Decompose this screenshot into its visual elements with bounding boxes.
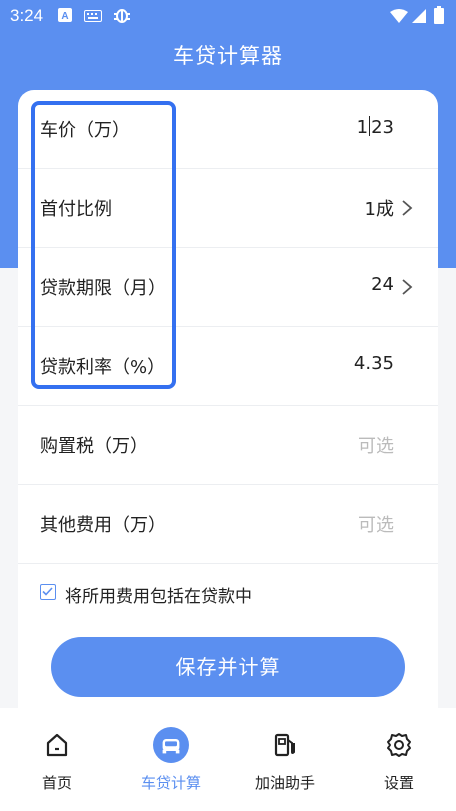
page-title: 车贷计算器	[173, 44, 283, 68]
bottom-nav: 首页 车贷计算 加油助手 设置	[0, 708, 456, 811]
nav-label-fuel: 加油助手	[254, 774, 315, 792]
car-price-value: 1 23	[356, 116, 394, 138]
text-cursor	[369, 116, 371, 136]
nav-item-settings[interactable]: 设置	[342, 708, 456, 811]
gear-icon	[387, 733, 411, 757]
row-other-fees[interactable]: 其他费用（万） 可选	[18, 485, 438, 564]
nav-item-home[interactable]: 首页	[0, 708, 114, 811]
highlight-box	[31, 101, 176, 389]
other-fees-label: 其他费用（万）	[40, 515, 166, 536]
purchase-tax-input[interactable]: 可选	[358, 432, 394, 458]
loan-term-value: 24	[371, 274, 394, 295]
chevron-right-icon	[402, 200, 413, 216]
checkmark-icon	[42, 587, 53, 596]
status-bar: 3:24 A	[0, 0, 456, 32]
bug-icon	[114, 9, 130, 23]
nav-item-fuel[interactable]: 加油助手	[228, 708, 342, 811]
save-and-calculate-button[interactable]: 保存并计算	[51, 637, 405, 697]
down-payment-value: 1成	[364, 199, 394, 220]
car-price-input[interactable]: 1 23	[357, 116, 394, 138]
purchase-tax-label: 购置税（万）	[40, 436, 148, 457]
svg-text:A: A	[61, 11, 68, 22]
keyboard-icon	[84, 10, 102, 22]
chevron-right-icon	[402, 279, 413, 295]
row-purchase-tax[interactable]: 购置税（万） 可选	[18, 406, 438, 485]
nav-label-settings: 设置	[383, 774, 414, 792]
include-fees-checkbox[interactable]	[40, 584, 56, 600]
status-time: 3:24	[10, 6, 44, 25]
interest-rate-input[interactable]: 4.35	[354, 353, 394, 374]
battery-icon	[434, 6, 444, 24]
home-icon	[46, 733, 68, 757]
signal-icon	[412, 9, 426, 23]
nav-item-car-loan[interactable]: 车贷计算	[114, 708, 228, 811]
nav-label-home: 首页	[41, 774, 72, 792]
fuel-pump-icon	[274, 733, 295, 757]
other-fees-input[interactable]: 可选	[358, 511, 394, 537]
car-icon	[153, 727, 189, 763]
wifi-icon	[390, 9, 408, 23]
keyboard-a-icon: A	[58, 8, 72, 22]
nav-label-car-loan: 车贷计算	[140, 774, 201, 792]
include-fees-label: 将所用费用包括在贷款中	[65, 587, 252, 607]
